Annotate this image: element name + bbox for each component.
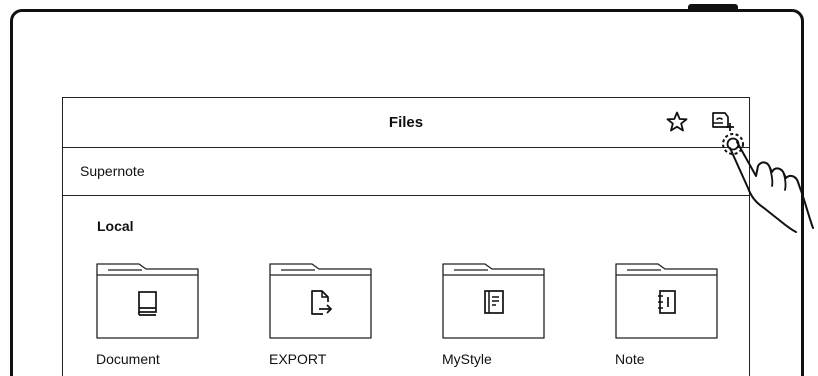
file-manager-panel: Files Supernote Local Document EXPORT My… bbox=[62, 97, 750, 376]
folder-export[interactable]: EXPORT bbox=[269, 256, 379, 376]
template-icon bbox=[484, 290, 504, 314]
folder-mystyle[interactable]: MyStyle bbox=[442, 256, 552, 376]
folder-document[interactable]: Document bbox=[96, 256, 206, 376]
folder-label: Note bbox=[615, 351, 645, 367]
export-file-icon bbox=[311, 290, 333, 315]
breadcrumb[interactable]: Supernote bbox=[80, 163, 145, 179]
breadcrumb-row: Supernote bbox=[63, 148, 749, 196]
pointing-hand-icon bbox=[722, 133, 814, 233]
folder-note[interactable]: Note bbox=[615, 256, 725, 376]
page-title: Files bbox=[388, 114, 424, 131]
title-bar: Files bbox=[63, 98, 749, 148]
screenshot-stage: Files Supernote Local Document EXPORT My… bbox=[0, 0, 818, 376]
folder-label: MyStyle bbox=[442, 351, 492, 367]
folder-label: Document bbox=[96, 351, 160, 367]
book-icon bbox=[138, 291, 157, 316]
section-label-local: Local bbox=[97, 218, 134, 234]
folder-label: EXPORT bbox=[269, 351, 327, 367]
star-icon bbox=[666, 111, 688, 132]
favorites-button[interactable] bbox=[665, 110, 689, 134]
notebook-icon bbox=[658, 290, 676, 314]
